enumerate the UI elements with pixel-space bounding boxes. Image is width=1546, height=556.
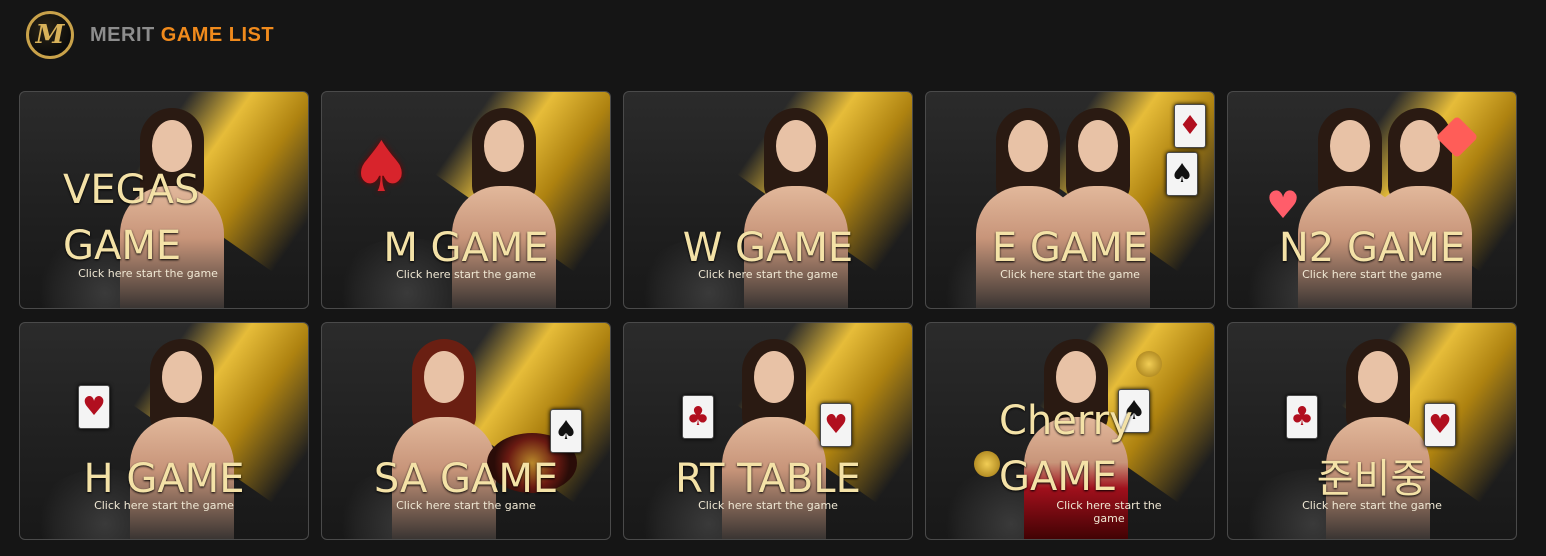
game-card-rt-table[interactable]: ♣ ♥ RT TABLE Click here start the game: [623, 322, 913, 540]
brand-word-merit: MERIT: [90, 23, 155, 46]
playing-card-icon: ♣: [682, 395, 714, 439]
game-subtitle: Click here start the game: [78, 267, 218, 280]
game-subtitle: Click here start the game: [698, 499, 838, 512]
game-title: M GAME: [383, 225, 549, 271]
logo-letter: M: [35, 20, 65, 50]
game-title: H GAME: [83, 456, 245, 502]
playing-card-icon-2: ♠: [1166, 152, 1198, 196]
brand-word-game-list: GAME LIST: [160, 23, 275, 46]
playing-card-icon-2: ♥: [1424, 403, 1456, 447]
game-title: E GAME: [991, 225, 1149, 271]
playing-card-icon-2: ♥: [820, 403, 852, 447]
game-title: VEGAS GAME: [63, 167, 200, 269]
game-subtitle: Click here start the game: [1000, 268, 1140, 281]
game-card-w[interactable]: W GAME Click here start the game: [623, 91, 913, 309]
game-card-vegas[interactable]: VEGAS GAME Click here start the game: [19, 91, 309, 309]
game-subtitle: Click here start the game: [1056, 499, 1162, 525]
heart-icon: ♥: [1266, 183, 1301, 227]
game-title: 준비중: [1316, 456, 1428, 502]
red-spade-icon: ♠: [350, 126, 413, 208]
game-subtitle: Click here start the game: [396, 499, 536, 512]
game-subtitle: Click here start the game: [698, 268, 838, 281]
gold-coin-icon-2: [974, 451, 1000, 477]
playing-card-icon: ♣: [1286, 395, 1318, 439]
game-subtitle: Click here start the game: [94, 499, 234, 512]
playing-card-icon: ♠: [550, 409, 582, 453]
game-title: N2 GAME: [1278, 225, 1466, 271]
game-card-n2[interactable]: ♥ N2 GAME Click here start the game: [1227, 91, 1517, 309]
game-subtitle: Click here start the game: [1302, 499, 1442, 512]
gold-coin-icon: [1136, 351, 1162, 377]
header: M MERIT GAME LIST: [26, 9, 274, 61]
merit-logo[interactable]: M: [26, 11, 74, 59]
game-title: W GAME: [682, 225, 854, 271]
game-subtitle: Click here start the game: [396, 268, 536, 281]
game-card-e[interactable]: ♦ ♠ E GAME Click here start the game: [925, 91, 1215, 309]
game-title: RT TABLE: [675, 456, 861, 502]
page-title: MERIT GAME LIST: [90, 24, 274, 47]
game-card-cherry[interactable]: ♠ Cherry GAME Click here start the game: [925, 322, 1215, 540]
game-card-m[interactable]: ♠ M GAME Click here start the game: [321, 91, 611, 309]
game-title: Cherry GAME: [999, 398, 1133, 500]
playing-card-icon: ♦: [1174, 104, 1206, 148]
game-card-h[interactable]: ♥ H GAME Click here start the game: [19, 322, 309, 540]
game-subtitle: Click here start the game: [1302, 268, 1442, 281]
game-card-coming-soon[interactable]: ♣ ♥ 준비중 Click here start the game: [1227, 322, 1517, 540]
game-title: SA GAME: [373, 456, 559, 502]
game-card-sa[interactable]: ♠ SA GAME Click here start the game: [321, 322, 611, 540]
playing-card-icon: ♥: [78, 385, 110, 429]
